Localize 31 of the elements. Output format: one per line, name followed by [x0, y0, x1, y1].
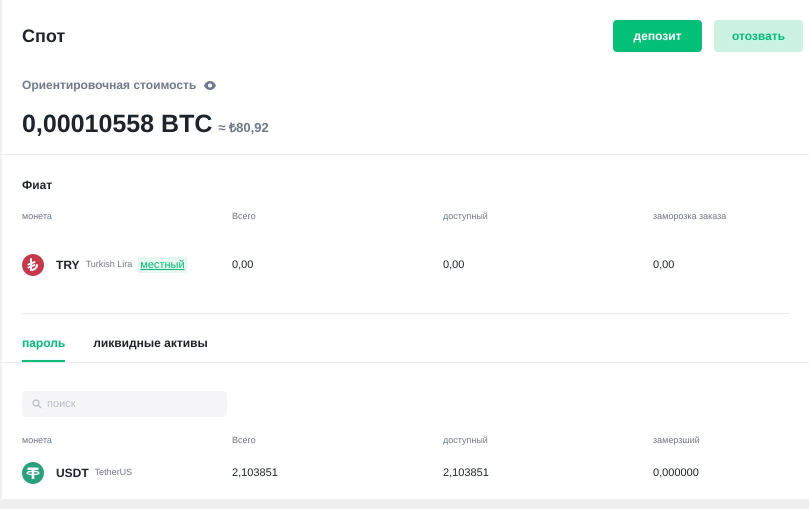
column-header: заморозка заказа: [653, 210, 728, 224]
estimate-fiat: ≈ ₺80,92: [218, 119, 269, 137]
search-field[interactable]: поиск: [22, 391, 227, 417]
coin-symbol: USDT: [56, 465, 89, 482]
eye-icon[interactable]: [204, 80, 216, 90]
section-title: Фиат: [22, 178, 52, 192]
frozen-value: 0,000000: [653, 466, 700, 481]
search-icon: [32, 399, 42, 409]
coin-symbol: TRY: [56, 257, 80, 274]
column-header: Всего: [232, 434, 257, 448]
column-header: монета: [22, 210, 53, 224]
column-header: замерзший: [653, 434, 701, 448]
column-header: Всего: [232, 210, 257, 224]
frozen-value: 0,00: [653, 258, 676, 273]
coin-name: TetherUS: [94, 466, 132, 480]
local-tag[interactable]: местный: [138, 256, 187, 274]
tab[interactable]: пароль: [22, 334, 66, 362]
total-value: 2,103851: [232, 466, 279, 481]
column-header: монета: [22, 434, 53, 448]
total-value: 0,00: [232, 258, 254, 273]
tab[interactable]: ликвидные активы: [93, 334, 208, 362]
page-title: Спот: [22, 24, 66, 48]
withdraw-button[interactable]: отозвать: [714, 20, 803, 52]
coin-name: Turkish Lira: [86, 258, 132, 272]
available-value: 0,00: [443, 258, 466, 273]
estimate-label: Ориентировочная стоимость: [22, 77, 196, 94]
available-value: 2,103851: [443, 466, 490, 481]
column-header: доступный: [443, 210, 489, 224]
column-header: доступный: [443, 434, 489, 448]
deposit-button[interactable]: депозит: [613, 20, 702, 52]
estimate-value: 0,00010558 BTC: [22, 109, 212, 140]
